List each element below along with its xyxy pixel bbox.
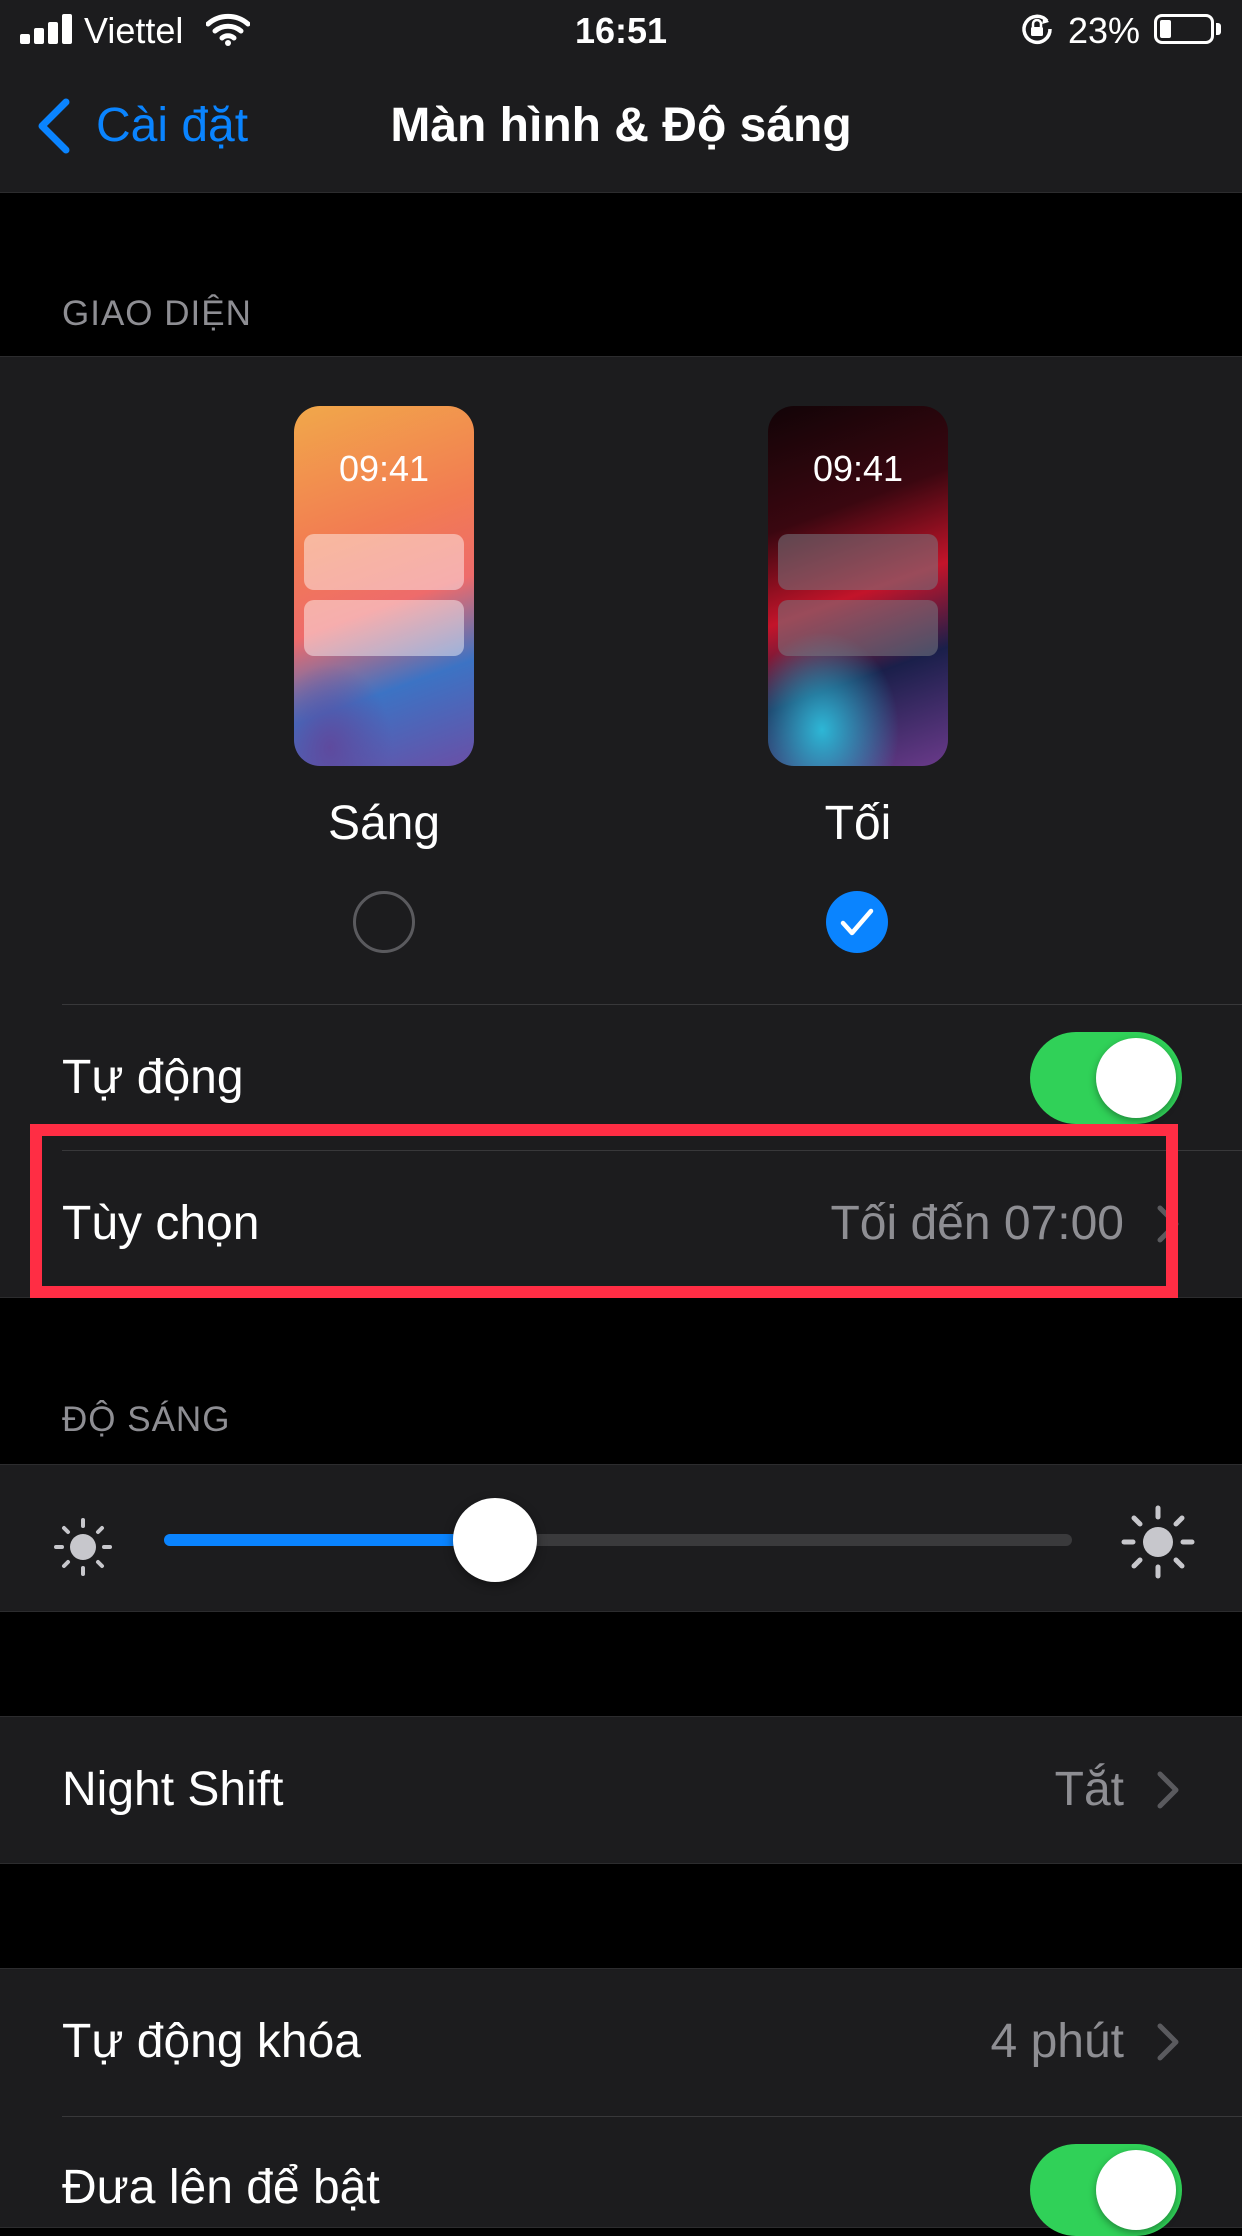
rotation-lock-icon — [1022, 14, 1052, 45]
auto-lock-value: 4 phút — [990, 2015, 1124, 2068]
brightness-slider-fill — [164, 1534, 496, 1546]
light-mode-radio[interactable] — [353, 891, 415, 953]
battery-icon — [1154, 14, 1214, 44]
section-header-appearance: GIAO DIỆN — [62, 294, 252, 333]
night-shift-value: Tắt — [1054, 1763, 1124, 1816]
light-mode-label: Sáng — [327, 797, 441, 850]
auto-lock-label[interactable]: Tự động khóa — [62, 2012, 361, 2072]
dark-mode-preview[interactable]: 09:41 — [768, 406, 948, 766]
night-shift-label[interactable]: Night Shift — [62, 1760, 283, 1820]
chevron-right-icon — [1157, 2023, 1179, 2061]
toggle-knob — [1096, 2150, 1176, 2230]
chevron-right-icon — [1157, 1771, 1179, 1809]
preview-time: 09:41 — [338, 448, 430, 489]
dark-mode-label: Tối — [824, 797, 892, 850]
checkmark-icon — [840, 908, 874, 936]
battery-tip — [1216, 23, 1221, 35]
preview-widget — [778, 600, 938, 656]
section-header-brightness: ĐỘ SÁNG — [62, 1400, 231, 1439]
status-time: 16:51 — [574, 10, 668, 51]
highlight-box — [30, 1124, 1178, 1298]
raise-to-wake-toggle[interactable] — [1030, 2144, 1182, 2236]
toggle-knob — [1096, 1038, 1176, 1118]
sun-large-icon — [1121, 1505, 1195, 1579]
dark-mode-radio[interactable] — [826, 891, 888, 953]
battery-percentage: 23% — [1068, 10, 1141, 51]
brightness-slider-thumb[interactable] — [453, 1498, 538, 1582]
light-mode-preview[interactable]: 09:41 — [294, 406, 474, 766]
raise-to-wake-label: Đưa lên để bật — [62, 2161, 380, 2214]
preview-time: 09:41 — [812, 448, 904, 489]
sun-small-icon — [54, 1518, 112, 1576]
preview-widget — [778, 534, 938, 590]
preview-widget — [304, 600, 464, 656]
separator — [62, 2116, 1242, 2117]
battery-level-fill — [1160, 20, 1171, 38]
preview-widget — [304, 534, 464, 590]
separator — [62, 1004, 1242, 1005]
automatic-toggle[interactable] — [1030, 1032, 1182, 1124]
automatic-label: Tự động — [62, 1051, 244, 1104]
page-title: Màn hình & Độ sáng — [390, 99, 852, 152]
